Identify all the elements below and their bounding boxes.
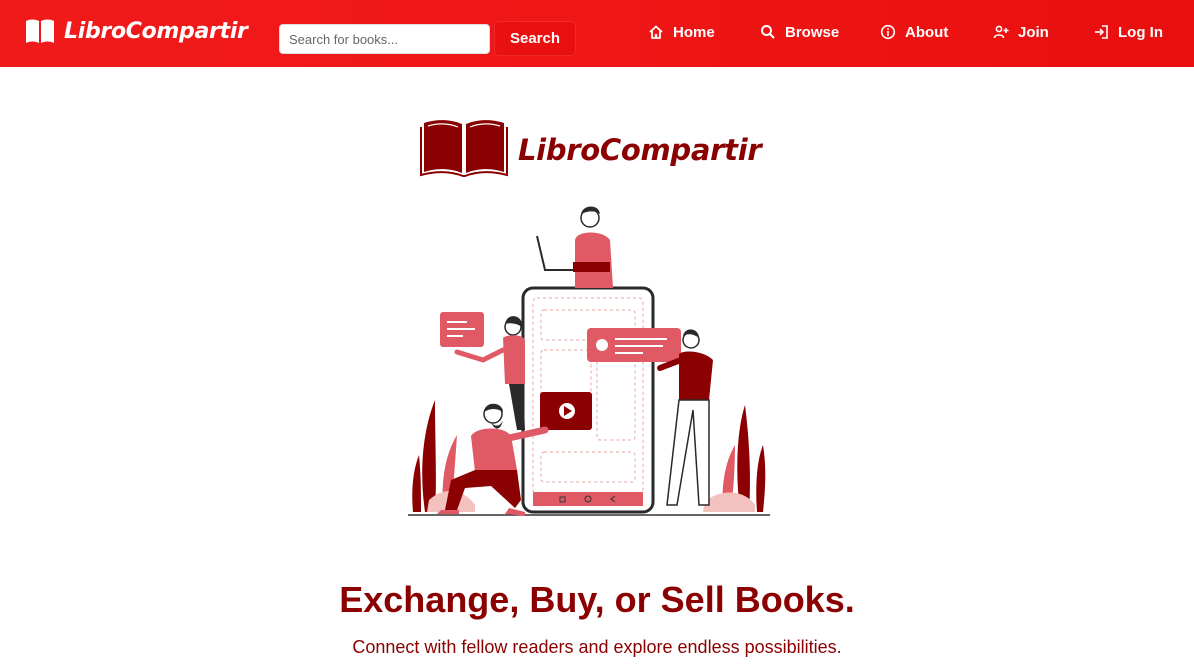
hero-subline: Connect with fellow readers and explore … bbox=[352, 637, 842, 657]
nav-login-label: Log In bbox=[1118, 23, 1163, 41]
search-icon bbox=[760, 24, 776, 40]
hero-logo: LibroCompartir bbox=[420, 117, 762, 182]
open-book-icon bbox=[24, 18, 56, 44]
user-plus-icon bbox=[993, 24, 1009, 40]
open-book-icon bbox=[420, 117, 508, 182]
hero-headline: Exchange, Buy, or Sell Books. bbox=[339, 579, 855, 620]
nav-browse[interactable]: Browse bbox=[760, 21, 839, 43]
info-icon bbox=[880, 24, 896, 40]
nav-join[interactable]: Join bbox=[993, 21, 1049, 43]
search-input[interactable] bbox=[279, 24, 490, 54]
brand-logo[interactable]: LibroCompartir bbox=[24, 17, 248, 45]
nav-about-label: About bbox=[905, 23, 949, 41]
search-button[interactable]: Search bbox=[495, 22, 575, 55]
nav-home-label: Home bbox=[673, 23, 715, 41]
login-icon bbox=[1093, 24, 1109, 40]
nav-login[interactable]: Log In bbox=[1093, 21, 1163, 43]
nav-join-label: Join bbox=[1018, 23, 1049, 41]
nav-browse-label: Browse bbox=[785, 23, 840, 41]
hero-illustration bbox=[405, 200, 775, 520]
home-icon bbox=[648, 24, 664, 40]
hero-logo-text: LibroCompartir bbox=[518, 132, 762, 167]
nav-home[interactable]: Home bbox=[648, 21, 715, 43]
brand-name: LibroCompartir bbox=[64, 18, 248, 44]
nav-about[interactable]: About bbox=[880, 21, 948, 43]
top-navbar: LibroCompartir Search Home Browse About … bbox=[0, 0, 1194, 67]
